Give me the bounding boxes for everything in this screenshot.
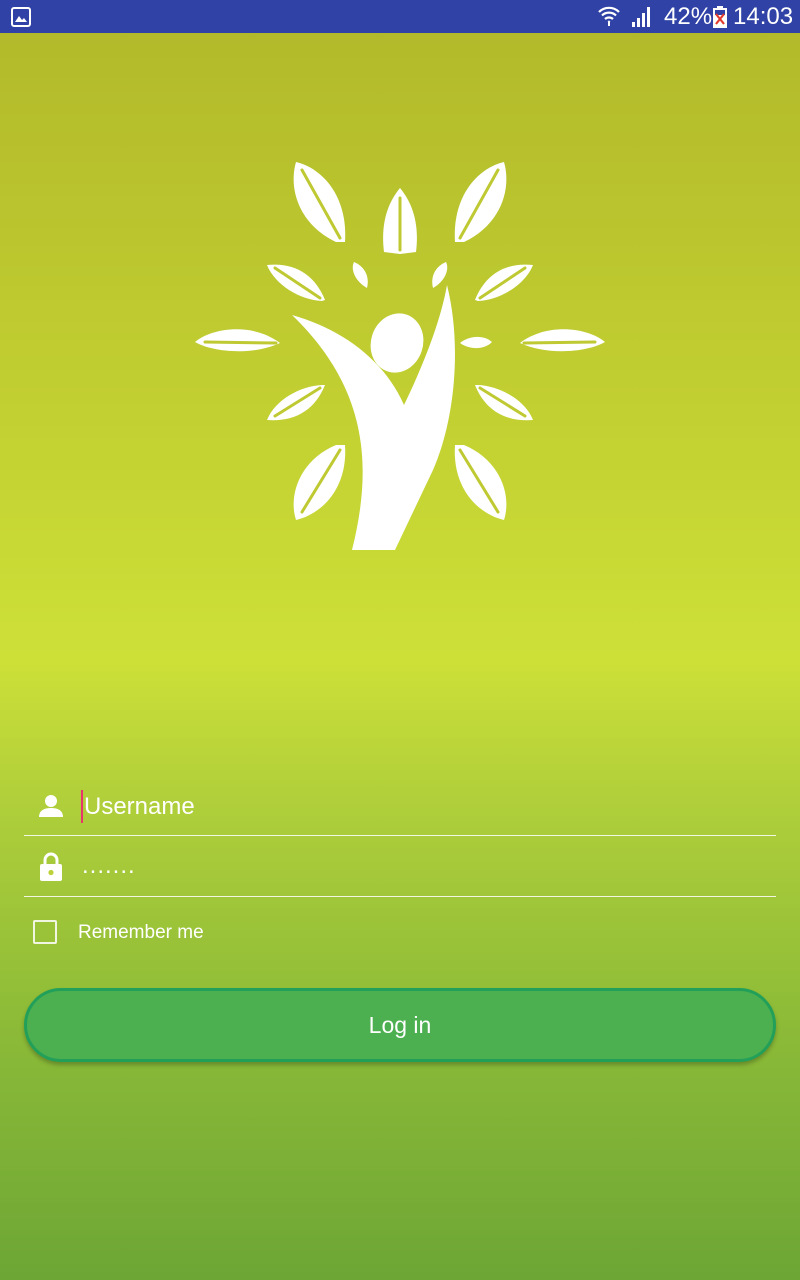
lock-icon — [40, 852, 62, 881]
login-screen: 42% 14:03 Username ....... Remember me L… — [0, 0, 800, 1280]
remember-me-checkbox[interactable] — [33, 920, 57, 944]
tree-person-icon — [195, 162, 605, 550]
remember-me-row[interactable]: Remember me — [33, 918, 293, 946]
battery-percentage: 42% — [664, 3, 713, 30]
username-placeholder: Username — [84, 793, 195, 820]
status-bar: 42% 14:03 — [0, 0, 800, 33]
login-button[interactable]: Log in — [24, 988, 776, 1062]
wifi-icon — [598, 6, 620, 26]
person-icon — [39, 795, 63, 817]
remember-me-label[interactable]: Remember me — [78, 921, 204, 945]
password-field[interactable]: ....... — [24, 838, 776, 897]
clock: 14:03 — [733, 3, 794, 30]
battery-icon — [713, 6, 727, 28]
username-field[interactable]: Username — [24, 777, 776, 836]
password-masked-value: ....... — [82, 852, 136, 879]
gallery-icon — [11, 7, 31, 27]
signal-icon — [632, 7, 650, 27]
